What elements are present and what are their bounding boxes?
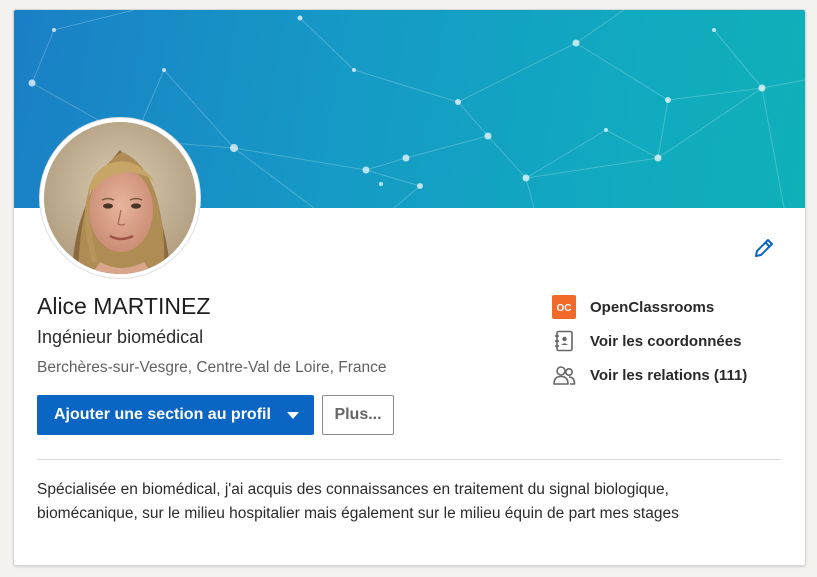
svg-text:OC: OC <box>557 303 572 314</box>
profile-headline: Ingénieur biomédical <box>37 327 204 347</box>
profile-name: Alice MARTINEZ <box>37 293 211 319</box>
sidebar-item-label: OpenClassrooms <box>590 298 715 316</box>
sidebar-item-label: Voir les coordonnées <box>590 332 742 350</box>
edit-profile-button[interactable] <box>752 236 776 260</box>
add-profile-section-button[interactable]: Ajouter une section au profil <box>37 395 314 435</box>
sidebar-item-connections[interactable]: Voir les relations (111) <box>552 363 747 387</box>
profile-location: Berchères-sur-Vesgre, Centre-Val de Loir… <box>37 359 387 376</box>
sidebar-item-label: Voir les relations (111) <box>590 366 748 384</box>
pencil-icon <box>755 239 773 257</box>
caret-down-icon <box>287 412 299 419</box>
profile-photo-portrait <box>44 122 196 274</box>
sidebar-item-contact-info[interactable]: Voir les coordonnées <box>552 329 741 353</box>
profile-photo[interactable] <box>40 118 200 278</box>
add-profile-section-label: Ajouter une section au profil <box>54 406 271 423</box>
sidebar-item-openclassrooms[interactable]: OC OpenClassrooms <box>552 295 714 319</box>
profile-summary: Spécialisée en biomédical, j'ai acquis d… <box>37 481 679 522</box>
people-icon <box>552 363 576 387</box>
openclassrooms-logo-icon: OC <box>552 295 576 319</box>
section-divider <box>37 459 781 460</box>
more-actions-button[interactable]: Plus... <box>322 395 394 435</box>
profile-card: Alice MARTINEZ Ingénieur biomédical Berc… <box>13 9 806 566</box>
contact-card-icon <box>552 329 576 353</box>
